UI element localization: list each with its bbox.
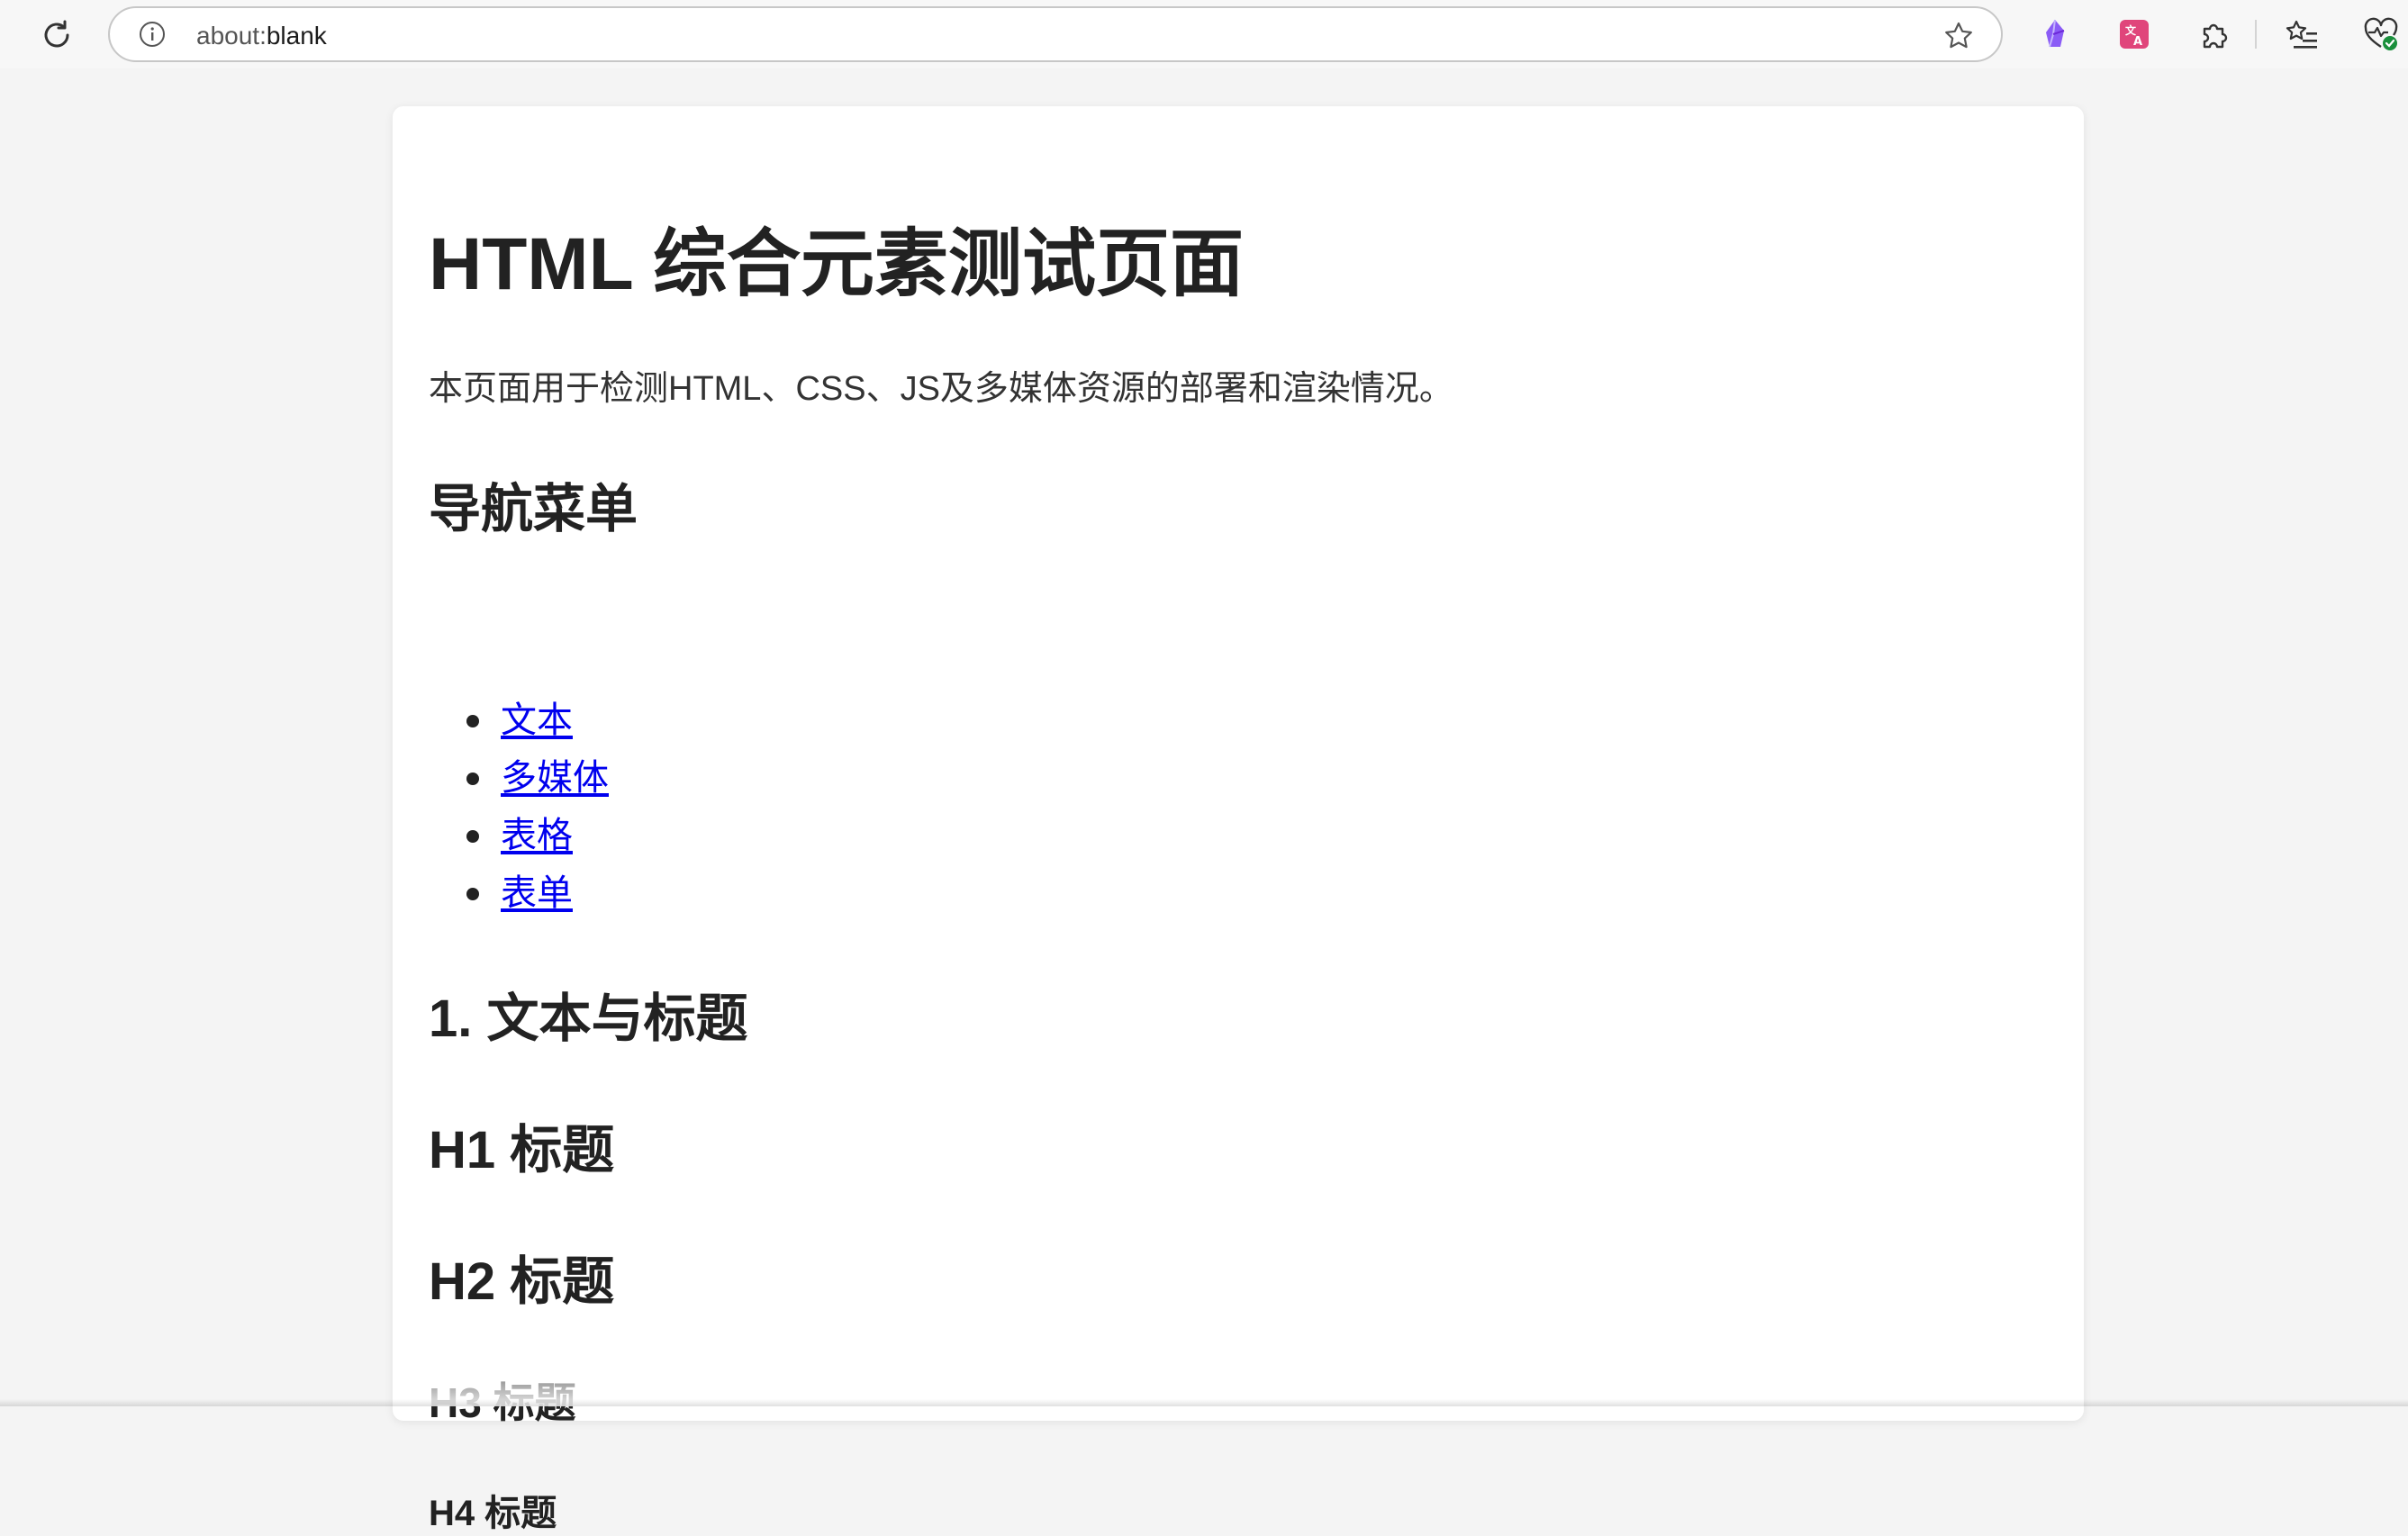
nav-heading: 导航菜单 [429,480,638,538]
nav-link-multimedia[interactable]: 多媒体 [501,758,609,798]
nav-item-multimedia: 多媒体 [429,749,609,807]
h2-sample-heading: H2 标题 [429,1252,615,1311]
nav-item-text: 文本 [429,691,609,749]
favorites-list-icon[interactable] [2284,16,2320,52]
nav-menu: 文本 多媒体 表格 表单 [429,691,609,922]
h4-sample-heading: H4 标题 [429,1494,557,1533]
url-text[interactable]: about:blank [196,22,327,50]
purple-crystal-extension-icon[interactable] [2037,16,2073,52]
bullet-icon [466,830,479,843]
info-icon[interactable] [139,21,166,48]
puzzle-icon[interactable] [2195,16,2231,52]
svg-text:A: A [2133,35,2142,49]
page-title: HTML 综合元素测试页面 [429,223,1245,305]
bullet-icon [466,888,479,900]
intro-paragraph: 本页面用于检测HTML、CSS、JS及多媒体资源的部署和渲染情况。 [429,370,1453,408]
url-scheme: about: [196,22,267,50]
browser-toolbar: about:blank 文 A [0,0,2408,68]
address-bar[interactable]: about:blank [108,6,2003,62]
nav-item-table: 表格 [429,807,609,864]
section-heading-text: 1. 文本与标题 [429,989,748,1048]
translate-extension-icon[interactable]: 文 A [2116,16,2152,52]
star-icon[interactable] [1943,21,1974,51]
nav-link-text[interactable]: 文本 [501,700,573,740]
browser-essentials-icon[interactable] [2363,16,2399,52]
bullet-icon [466,715,479,727]
url-host: blank [266,22,327,50]
bullet-icon [466,773,479,785]
reload-icon[interactable] [40,18,74,52]
nav-link-form[interactable]: 表单 [501,873,573,913]
nav-link-table[interactable]: 表格 [501,816,573,855]
nav-item-form: 表单 [429,864,609,922]
h1-sample-heading: H1 标题 [429,1121,615,1179]
toolbar-separator [2255,20,2257,49]
page-content-card: HTML 综合元素测试页面 本页面用于检测HTML、CSS、JS及多媒体资源的部… [393,106,2084,1533]
bottom-shadow [0,1399,2408,1406]
